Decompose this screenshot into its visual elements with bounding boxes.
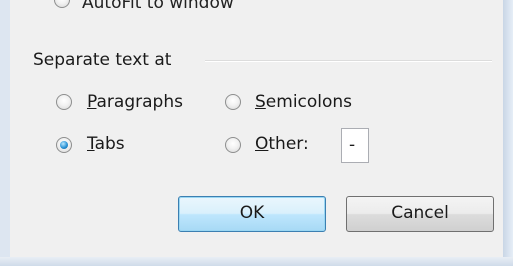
paragraphs-radio[interactable] (56, 94, 72, 110)
autofit-window-label: AutoFit to window (82, 0, 234, 13)
cancel-button[interactable]: Cancel (346, 196, 494, 232)
other-mnemonic: O (255, 134, 269, 154)
semicolons-radio[interactable] (225, 94, 241, 110)
tabs-label[interactable]: Tabs (87, 134, 125, 154)
tabs-mnemonic: T (87, 134, 95, 154)
other-radio[interactable] (225, 137, 241, 153)
semicolons-label-rest: emicolons (265, 92, 353, 112)
semicolons-label[interactable]: Semicolons (255, 92, 352, 112)
paragraphs-label-rest: aragraphs (96, 92, 183, 112)
tabs-label-rest: abs (94, 134, 125, 154)
window-edge-right (503, 0, 513, 266)
other-label-rest: ther: (268, 134, 309, 154)
ok-button[interactable]: OK (178, 196, 326, 232)
paragraphs-mnemonic: P (87, 92, 97, 112)
tabs-radio[interactable] (56, 137, 72, 153)
other-label[interactable]: Other: (255, 134, 309, 154)
separate-text-group-title: Separate text at (33, 50, 172, 70)
semicolons-mnemonic: S (255, 92, 266, 112)
paragraphs-label[interactable]: Paragraphs (87, 92, 183, 112)
group-separator (205, 60, 492, 62)
window-edge-bottom (0, 257, 513, 266)
other-separator-input[interactable]: - (341, 128, 369, 163)
